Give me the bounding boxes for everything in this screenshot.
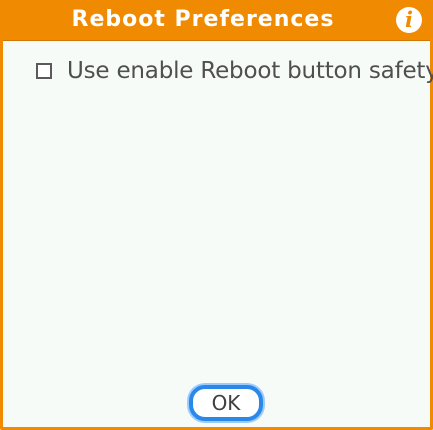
ok-button-label: OK bbox=[211, 391, 241, 415]
reboot-safety-option[interactable]: Use enable Reboot button safety bbox=[36, 56, 433, 86]
title-bar: Reboot Preferences i bbox=[3, 0, 430, 41]
dialog-title: Reboot Preferences bbox=[71, 7, 335, 32]
preferences-dialog: Reboot Preferences i Use enable Reboot b… bbox=[0, 0, 433, 430]
reboot-safety-label: Use enable Reboot button safety bbox=[67, 58, 433, 84]
reboot-safety-checkbox[interactable] bbox=[36, 63, 52, 79]
info-icon[interactable]: i bbox=[396, 7, 422, 33]
ok-button[interactable]: OK bbox=[189, 385, 263, 421]
